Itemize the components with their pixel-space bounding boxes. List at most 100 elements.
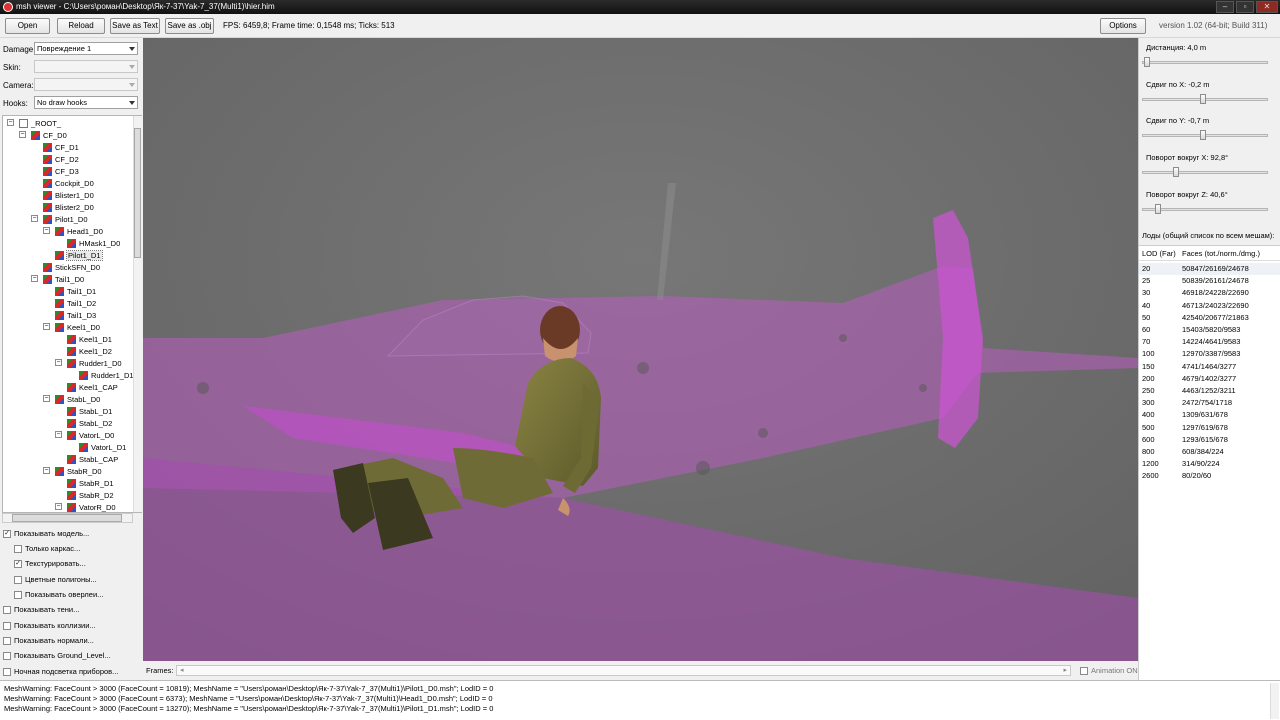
tree-node[interactable]: CF_D3 [43, 165, 79, 177]
tree-node[interactable]: HMask1_D0 [67, 237, 120, 249]
tree-node[interactable]: Tail1_D2 [55, 297, 96, 309]
tree-node[interactable]: Tail1_D1 [55, 285, 96, 297]
tree-node[interactable]: VatorR_D0 [67, 501, 116, 512]
slider-track[interactable] [1142, 171, 1268, 174]
lod-row[interactable]: 800 608/384/224 [1139, 446, 1280, 458]
tree-node[interactable]: Head1_D0 [55, 225, 103, 237]
tree-node[interactable]: StabL_D2 [67, 417, 112, 429]
skin-select[interactable] [34, 60, 138, 73]
lod-row[interactable]: 50 42540/20677/21863 [1139, 312, 1280, 324]
save-as-obj-button[interactable]: Save as .obj [165, 18, 214, 34]
checkbox-unchecked-icon[interactable] [3, 667, 11, 676]
option-checkbox[interactable]: Только каркас... [14, 544, 80, 553]
tree-node[interactable]: CF_D1 [43, 141, 79, 153]
options-button[interactable]: Options [1100, 18, 1146, 34]
lod-row[interactable]: 150 4741/1464/3277 [1139, 361, 1280, 373]
tree-node[interactable]: CF_D0 [31, 129, 67, 141]
tree-node[interactable]: _ROOT_ [19, 117, 61, 129]
animation-checkbox[interactable]: Animation ON [1080, 666, 1138, 675]
tree-collapse-toggle[interactable]: − [43, 323, 50, 330]
lod-row[interactable]: 60 15403/5820/9583 [1139, 324, 1280, 336]
tree-node[interactable]: Tail1_D0 [43, 273, 84, 285]
slider-thumb[interactable] [1144, 57, 1151, 67]
tree-node[interactable]: CF_D2 [43, 153, 79, 165]
lod-row[interactable]: 70 14224/4641/9583 [1139, 336, 1280, 348]
tree-collapse-toggle[interactable]: − [43, 467, 50, 474]
damage-select[interactable]: Повреждение 1 [34, 42, 138, 55]
tree-collapse-toggle[interactable]: − [55, 431, 62, 438]
lod-row[interactable]: 500 1297/619/678 [1139, 422, 1280, 434]
option-checkbox[interactable]: Цветные полигоны... [14, 575, 97, 584]
minimize-button[interactable]: – [1216, 1, 1234, 13]
tree-node[interactable]: StabL_CAP [67, 453, 118, 465]
lod-row[interactable]: 40 46713/24023/22690 [1139, 300, 1280, 312]
tree-collapse-toggle[interactable]: − [55, 359, 62, 366]
tree-node[interactable]: StabL_D0 [55, 393, 100, 405]
checkbox-unchecked-icon[interactable] [3, 621, 11, 630]
faces-col-header[interactable]: Faces (tot./norm./dmg.) [1182, 249, 1260, 258]
tree-node[interactable]: Tail1_D3 [55, 309, 96, 321]
tree-node[interactable]: Rudder1_D0 [67, 357, 122, 369]
tree-hscroll-thumb[interactable] [12, 514, 122, 522]
tree-collapse-toggle[interactable]: − [31, 215, 38, 222]
chevron-right-icon[interactable]: ▸ [1063, 666, 1067, 674]
tree-scroll-thumb[interactable] [134, 128, 141, 258]
option-checkbox[interactable]: Показывать тени... [3, 605, 79, 614]
option-checkbox[interactable]: Ночная подсветка приборов... [3, 667, 118, 676]
reload-button[interactable]: Reload [57, 18, 105, 34]
tree-node[interactable]: StabR_D1 [67, 477, 114, 489]
slider-thumb[interactable] [1199, 130, 1206, 140]
tree-collapse-toggle[interactable]: − [7, 119, 14, 126]
tree-node[interactable]: VatorL_D1 [79, 441, 126, 453]
tree-node[interactable]: Rudder1_D1 [79, 369, 134, 381]
lod-row[interactable]: 30 46918/24228/22690 [1139, 287, 1280, 299]
tree-node[interactable]: StabL_D1 [67, 405, 112, 417]
save-as-text-button[interactable]: Save as Text [110, 18, 160, 34]
3d-viewport[interactable] [143, 38, 1138, 661]
tree-node[interactable]: Blister2_D0 [43, 201, 94, 213]
option-checkbox[interactable]: Показывать оверлеи... [14, 590, 103, 599]
tree-collapse-toggle[interactable]: − [55, 503, 62, 510]
lod-list[interactable]: LOD (Far) Faces (tot./norm./dmg.) 20 5084… [1139, 245, 1280, 680]
tree-node[interactable]: StickSFN_D0 [43, 261, 100, 273]
slider-thumb[interactable] [1173, 167, 1180, 177]
lod-row[interactable]: 25 50839/26161/24678 [1139, 275, 1280, 287]
slider-thumb[interactable] [1155, 204, 1162, 214]
tree-node[interactable]: VatorL_D0 [67, 429, 114, 441]
lod-row[interactable]: 2600 80/20/60 [1139, 470, 1280, 482]
mesh-tree[interactable]: − _ROOT_ − CF_D0 CF_D1 CF_D2 CF_D3 Cockpit_D0 Bl… [2, 115, 142, 513]
checkbox-unchecked-icon[interactable] [3, 605, 11, 614]
checkbox-unchecked-icon[interactable] [3, 636, 11, 645]
slider-thumb[interactable] [1199, 94, 1206, 104]
tree-node[interactable]: StabR_D0 [55, 465, 102, 477]
hooks-select[interactable]: No draw hooks [34, 96, 138, 109]
tree-collapse-toggle[interactable]: − [43, 227, 50, 234]
tree-node[interactable]: Pilot1_D0 [43, 213, 88, 225]
open-button[interactable]: Open [5, 18, 50, 34]
console-scrollbar[interactable] [1270, 683, 1279, 719]
tree-collapse-toggle[interactable]: − [19, 131, 26, 138]
lod-row[interactable]: 600 1293/615/678 [1139, 434, 1280, 446]
tree-node[interactable]: Cockpit_D0 [43, 177, 94, 189]
tree-node[interactable]: StabR_D2 [67, 489, 114, 501]
tree-collapse-toggle[interactable]: − [43, 395, 50, 402]
tree-node[interactable]: Pilot1_D1 [55, 249, 103, 261]
close-button[interactable]: ✕ [1256, 1, 1278, 13]
lod-col-header[interactable]: LOD (Far) [1142, 249, 1176, 258]
camera-select[interactable] [34, 78, 138, 91]
checkbox-unchecked-icon[interactable] [14, 590, 22, 599]
tree-node[interactable]: Keel1_D2 [67, 345, 112, 357]
chevron-left-icon[interactable]: ◂ [180, 666, 184, 674]
lod-row[interactable]: 400 1309/631/678 [1139, 409, 1280, 421]
option-checkbox[interactable]: Показывать нормали... [3, 636, 94, 645]
lod-row[interactable]: 250 4463/1252/3211 [1139, 385, 1280, 397]
lod-row[interactable]: 200 4679/1402/3277 [1139, 373, 1280, 385]
tree-node[interactable]: Keel1_CAP [67, 381, 118, 393]
tree-node[interactable]: Keel1_D1 [67, 333, 112, 345]
option-checkbox[interactable]: ✓ Текстурировать... [14, 559, 86, 568]
checkbox-unchecked-icon[interactable] [14, 544, 22, 553]
slider-track[interactable] [1142, 61, 1268, 64]
checkbox-checked-icon[interactable]: ✓ [3, 529, 11, 538]
animation-box[interactable] [1080, 666, 1088, 675]
checkbox-unchecked-icon[interactable] [3, 651, 11, 660]
